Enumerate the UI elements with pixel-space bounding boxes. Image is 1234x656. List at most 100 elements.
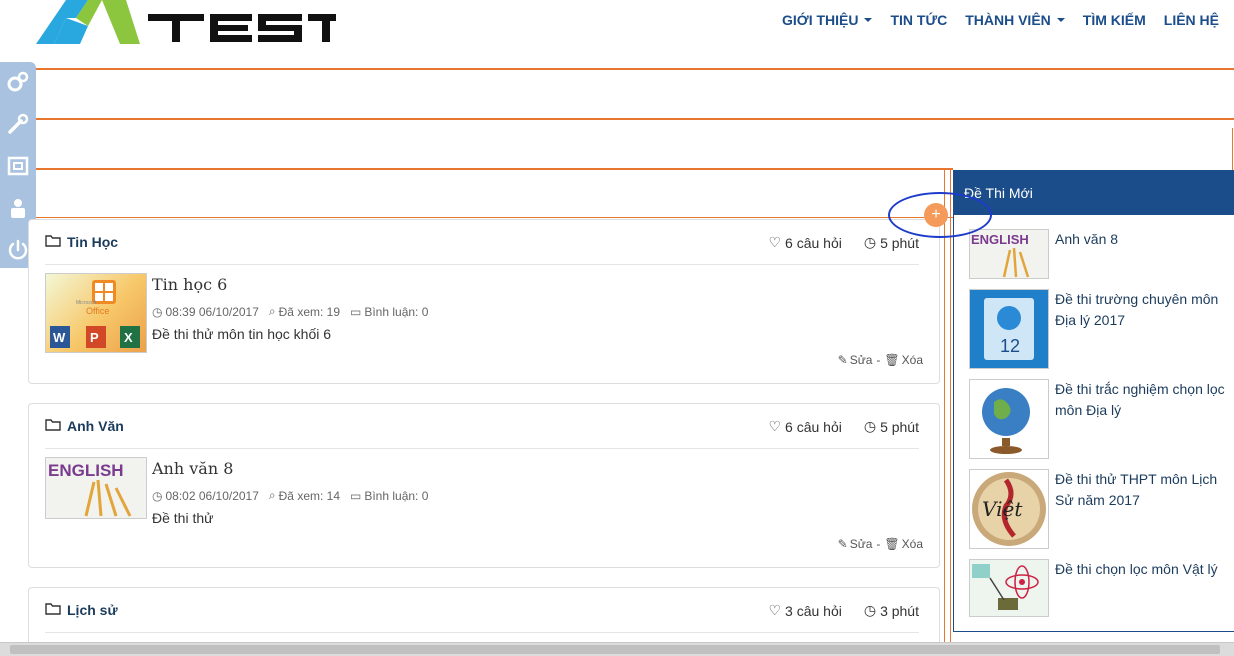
thumb-caption: 12 — [1000, 336, 1020, 356]
card-header: Anh Văn ♡ 6 câu hỏi ◷ 5 phút — [45, 418, 919, 449]
exam-stats: ♡ 6 câu hỏi ◷ 5 phút — [768, 418, 919, 435]
nav-gioi-thieu[interactable]: GIỚI THIỆU — [773, 12, 882, 28]
guide-line — [28, 168, 953, 170]
trash-icon: 🗑 — [884, 537, 900, 551]
guide-line — [950, 168, 951, 642]
separator: - — [876, 353, 881, 367]
duration: ◷ 3 phút — [864, 602, 919, 619]
comment-icon: ▭ — [350, 304, 362, 319]
thumb-caption: Việt — [982, 497, 1023, 521]
site-logo[interactable] — [36, 0, 364, 44]
power-icon[interactable] — [6, 238, 30, 262]
exam-stats: ♡ 6 câu hỏi ◷ 5 phút — [768, 234, 919, 251]
card-header: Tin Học ♡ 6 câu hỏi ◷ 5 phút — [45, 234, 919, 265]
nav-label: GIỚI THIỆU — [781, 12, 859, 28]
duration: ◷ 5 phút — [864, 234, 919, 251]
exam-card: Anh Văn ♡ 6 câu hỏi ◷ 5 phút ENGLISH Anh… — [28, 403, 940, 568]
frame-icon[interactable] — [6, 154, 30, 178]
delete-button[interactable]: 🗑 Xóa — [884, 537, 923, 551]
question-count-text: 6 câu hỏi — [785, 418, 842, 435]
guide-line — [28, 118, 1234, 120]
exam-thumbnail — [969, 559, 1049, 617]
thumb-caption: Office — [86, 306, 109, 316]
wrench-icon[interactable] — [6, 112, 30, 136]
nav-tin-tuc[interactable]: TIN TỨC — [881, 12, 956, 28]
question-count-text: 6 câu hỏi — [785, 234, 842, 251]
clock-icon: ◷ — [152, 304, 163, 319]
thumb-caption: ENGLISH — [971, 232, 1029, 247]
datetime: ◷ 08:02 06/10/2017 — [152, 488, 259, 503]
caret-down-icon — [1056, 18, 1065, 22]
clock-icon: ◷ — [152, 488, 163, 503]
new-exam-label: Đề thi thử THPT môn Lịch Sử năm 2017 — [1055, 471, 1218, 508]
exam-title[interactable]: Anh văn 8 — [152, 459, 233, 478]
comments-text: Bình luận: 0 — [364, 488, 429, 503]
new-exams-panel: Đề Thi Mới ENGLISH Anh văn 8 12 Đề thi t… — [953, 170, 1234, 632]
new-exam-label: Anh văn 8 — [1055, 231, 1119, 247]
category-name: Lịch sử — [67, 602, 118, 618]
thumb-caption: ENGLISH — [48, 461, 124, 480]
guide-line — [36, 68, 1234, 70]
views: ⌕ Đã xem: 14 — [269, 488, 340, 503]
caret-down-icon — [864, 18, 873, 22]
highlight-annotation — [888, 192, 992, 238]
delete-label: Xóa — [901, 353, 923, 367]
exam-title[interactable]: Tin học 6 — [152, 275, 227, 294]
horizontal-scrollbar[interactable] — [0, 642, 1234, 656]
exam-actions: ✎ Sửa - 🗑 Xóa — [838, 353, 923, 367]
exam-actions: ✎ Sửa - 🗑 Xóa — [838, 537, 923, 551]
question-count: ♡ 6 câu hỏi — [768, 418, 841, 435]
edit-button[interactable]: ✎ Sửa — [838, 537, 873, 551]
exam-thumbnail: Việt — [969, 469, 1049, 549]
folder-icon — [45, 602, 61, 618]
edit-icon: ✎ — [837, 537, 848, 551]
svg-text:X: X — [124, 330, 133, 345]
new-exam-item[interactable]: Việt Đề thi thử THPT môn Lịch Sử năm 201… — [969, 469, 1229, 549]
category-name: Tin Học — [67, 234, 119, 250]
exam-thumbnail[interactable]: ENGLISH — [45, 457, 147, 519]
datetime-text: 08:39 06/10/2017 — [165, 304, 259, 319]
exam-thumbnail: 12 — [969, 289, 1049, 369]
gears-icon[interactable] — [6, 70, 30, 94]
question-count: ♡ 3 câu hỏi — [768, 602, 841, 619]
exam-thumbnail[interactable]: Microsoft Office W P X — [45, 273, 147, 353]
guide-line — [944, 168, 945, 642]
edit-label: Sửa — [849, 537, 873, 551]
search-icon: ⌕ — [268, 488, 276, 502]
exam-meta: ◷ 08:02 06/10/2017 ⌕ Đã xem: 14 ▭ Bình luận… — [152, 488, 428, 503]
delete-button[interactable]: 🗑 Xóa — [884, 353, 923, 367]
comments: ▭ Bình luận: 0 — [350, 304, 428, 319]
duration-text: 5 phút — [880, 418, 919, 435]
nav-lien-he[interactable]: LIÊN HỆ — [1155, 12, 1228, 28]
user-lock-icon[interactable] — [6, 196, 30, 220]
new-exam-item[interactable]: ENGLISH Anh văn 8 — [969, 229, 1229, 279]
nav-thanh-vien[interactable]: THÀNH VIÊN — [956, 12, 1074, 28]
exam-meta: ◷ 08:39 06/10/2017 ⌕ Đã xem: 19 ▭ Bình luận… — [152, 304, 428, 319]
scrollbar-thumb[interactable] — [10, 645, 1220, 654]
new-exam-label: Đề thi trường chuyên môn Địa lý 2017 — [1055, 291, 1219, 328]
nav-label: TIN TỨC — [890, 12, 948, 28]
clock-icon: ◷ — [863, 418, 877, 434]
exam-card: Tin Học ♡ 6 câu hỏi ◷ 5 phút Microsoft O… — [28, 219, 940, 384]
category-link[interactable]: Anh Văn — [45, 418, 124, 434]
card-header: Lịch sử ♡ 3 câu hỏi ◷ 3 phút — [45, 602, 919, 633]
category-link[interactable]: Tin Học — [45, 234, 118, 250]
edit-icon: ✎ — [837, 353, 848, 367]
category-link[interactable]: Lịch sử — [45, 602, 118, 618]
nav-tim-kiem[interactable]: TÌM KIẾM — [1074, 12, 1155, 28]
new-exam-item[interactable]: Đề thi trắc nghiệm chọn lọc môn Địa lý — [969, 379, 1229, 459]
comment-icon: ▭ — [350, 488, 362, 503]
edit-label: Sửa — [849, 353, 873, 367]
search-icon: ⌕ — [268, 304, 276, 318]
new-exam-item[interactable]: 12 Đề thi trường chuyên môn Địa lý 2017 — [969, 289, 1229, 369]
duration-text: 3 phút — [880, 602, 919, 619]
comments-text: Bình luận: 0 — [364, 304, 429, 319]
edit-button[interactable]: ✎ Sửa — [838, 353, 873, 367]
exam-thumbnail — [969, 379, 1049, 459]
panel-title: Đề Thi Mới — [954, 171, 1234, 215]
new-exam-item[interactable]: Đề thi chọn lọc môn Vật lý — [969, 559, 1229, 617]
question-count-text: 3 câu hỏi — [785, 602, 842, 619]
duration-text: 5 phút — [880, 234, 919, 251]
trash-icon: 🗑 — [884, 353, 900, 367]
nav-label: LIÊN HỆ — [1163, 12, 1219, 28]
